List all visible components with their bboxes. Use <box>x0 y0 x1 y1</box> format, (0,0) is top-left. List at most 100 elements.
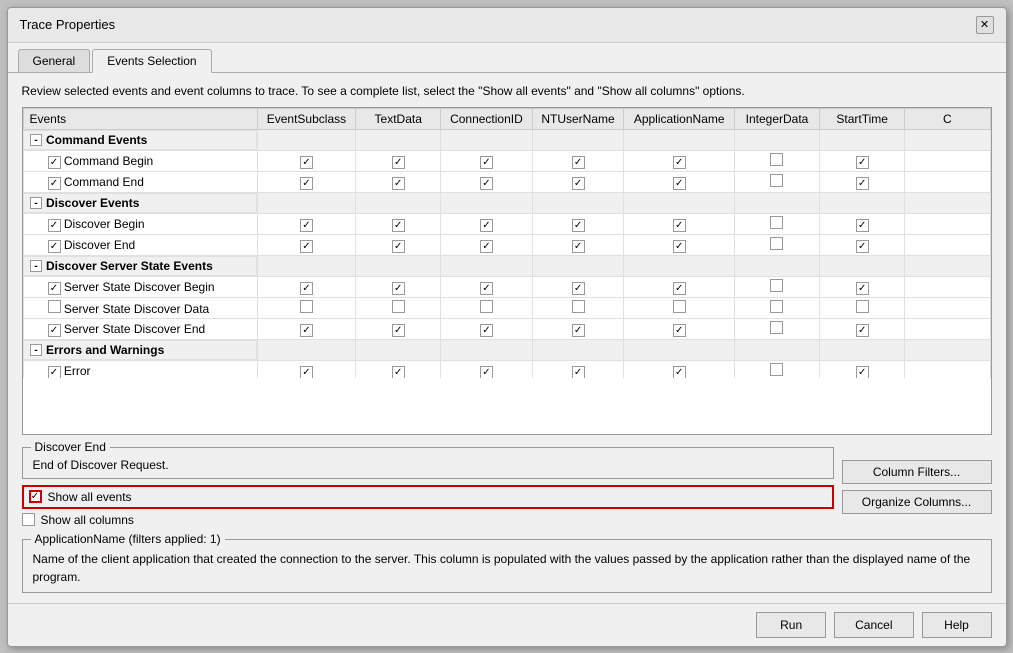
cell-checkbox[interactable] <box>300 240 313 253</box>
show-all-columns-label: Show all columns <box>41 513 134 527</box>
cell-checkbox[interactable] <box>856 240 869 253</box>
row-checkbox[interactable] <box>48 282 61 295</box>
cell-checkbox[interactable] <box>480 366 493 379</box>
cell-checkbox[interactable] <box>572 366 585 379</box>
cell-checkbox[interactable] <box>480 240 493 253</box>
row-checkbox[interactable] <box>48 219 61 232</box>
col-header-applicationname: ApplicationName <box>624 109 734 130</box>
cell-checkbox[interactable] <box>392 366 405 379</box>
row-checkbox[interactable] <box>48 240 61 253</box>
discover-end-box: Discover End End of Discover Request. <box>22 447 834 479</box>
cell-checkbox[interactable] <box>300 156 313 169</box>
cell-checkbox[interactable] <box>673 156 686 169</box>
expand-icon[interactable]: - <box>30 134 42 146</box>
cell-checkbox[interactable] <box>673 177 686 190</box>
show-all-columns-checkbox[interactable] <box>22 513 35 526</box>
row-checkbox[interactable] <box>48 324 61 337</box>
run-button[interactable]: Run <box>756 612 826 638</box>
cancel-button[interactable]: Cancel <box>834 612 913 638</box>
cell-checkbox[interactable] <box>770 363 783 376</box>
show-all-columns-row[interactable]: Show all columns <box>22 513 834 527</box>
tab-general[interactable]: General <box>18 49 91 72</box>
cell-checkbox[interactable] <box>392 219 405 232</box>
cell-checkbox[interactable] <box>572 177 585 190</box>
cell-checkbox[interactable] <box>770 300 783 313</box>
bottom-section: Discover End End of Discover Request. Sh… <box>22 447 992 527</box>
cell-checkbox[interactable] <box>856 177 869 190</box>
show-all-events-label: Show all events <box>48 490 132 504</box>
column-filters-button[interactable]: Column Filters... <box>842 460 992 484</box>
discover-end-description: End of Discover Request. <box>33 458 823 472</box>
col-header-starttime: StartTime <box>820 109 905 130</box>
cell-checkbox[interactable] <box>300 219 313 232</box>
cell-checkbox[interactable] <box>770 321 783 334</box>
show-options: Show all events Show all columns <box>22 485 834 527</box>
row-checkbox[interactable] <box>48 300 61 313</box>
cell-checkbox[interactable] <box>572 282 585 295</box>
cell-checkbox[interactable] <box>392 240 405 253</box>
cell-checkbox[interactable] <box>392 177 405 190</box>
cell-checkbox[interactable] <box>770 174 783 187</box>
cell-checkbox[interactable] <box>392 300 405 313</box>
events-table: Events EventSubclass TextData Connection… <box>23 108 991 378</box>
col-header-textdata: TextData <box>356 109 441 130</box>
expand-icon[interactable]: - <box>30 197 42 209</box>
cell-checkbox[interactable] <box>572 240 585 253</box>
tab-events-selection[interactable]: Events Selection <box>92 49 211 73</box>
show-all-events-checkbox[interactable] <box>29 490 42 503</box>
cell-checkbox[interactable] <box>572 324 585 337</box>
organize-columns-button[interactable]: Organize Columns... <box>842 490 992 514</box>
expand-icon[interactable]: - <box>30 344 42 356</box>
cell-checkbox[interactable] <box>673 240 686 253</box>
cell-checkbox[interactable] <box>673 282 686 295</box>
cell-checkbox[interactable] <box>770 237 783 250</box>
cell-checkbox[interactable] <box>770 279 783 292</box>
cell-checkbox[interactable] <box>572 219 585 232</box>
cell-checkbox[interactable] <box>856 282 869 295</box>
cell-checkbox[interactable] <box>300 324 313 337</box>
cell-checkbox[interactable] <box>856 156 869 169</box>
cell-checkbox[interactable] <box>856 219 869 232</box>
cell-checkbox[interactable] <box>392 324 405 337</box>
content-area: Review selected events and event columns… <box>8 73 1006 603</box>
help-button[interactable]: Help <box>922 612 992 638</box>
cell-checkbox[interactable] <box>673 219 686 232</box>
expand-icon[interactable]: - <box>30 260 42 272</box>
cell-checkbox[interactable] <box>300 300 313 313</box>
app-name-box: ApplicationName (filters applied: 1) Nam… <box>22 539 992 593</box>
cell-checkbox[interactable] <box>392 156 405 169</box>
table-wrapper[interactable]: Events EventSubclass TextData Connection… <box>23 108 991 378</box>
cell-checkbox[interactable] <box>300 366 313 379</box>
show-all-events-row[interactable]: Show all events <box>22 485 834 509</box>
cell-checkbox[interactable] <box>480 219 493 232</box>
cell-checkbox[interactable] <box>300 282 313 295</box>
row-checkbox[interactable] <box>48 156 61 169</box>
cell-checkbox[interactable] <box>856 366 869 379</box>
col-header-integerdata: IntegerData <box>734 109 819 130</box>
cell-checkbox[interactable] <box>572 300 585 313</box>
cell-checkbox[interactable] <box>480 282 493 295</box>
cell-checkbox[interactable] <box>673 324 686 337</box>
col-header-ntusername: NTUserName <box>532 109 624 130</box>
cell-checkbox[interactable] <box>770 153 783 166</box>
col-header-connectionid: ConnectionID <box>441 109 532 130</box>
cell-checkbox[interactable] <box>480 300 493 313</box>
cell-checkbox[interactable] <box>480 324 493 337</box>
app-name-legend: ApplicationName (filters applied: 1) <box>31 532 225 546</box>
cell-checkbox[interactable] <box>856 324 869 337</box>
cell-checkbox[interactable] <box>673 300 686 313</box>
cell-checkbox[interactable] <box>770 216 783 229</box>
cell-checkbox[interactable] <box>480 177 493 190</box>
table-group-row: -Discover Events <box>23 193 990 214</box>
cell-checkbox[interactable] <box>673 366 686 379</box>
close-button[interactable]: ✕ <box>976 16 994 34</box>
cell-checkbox[interactable] <box>856 300 869 313</box>
row-checkbox[interactable] <box>48 366 61 379</box>
cell-checkbox[interactable] <box>572 156 585 169</box>
row-checkbox[interactable] <box>48 177 61 190</box>
cell-checkbox[interactable] <box>392 282 405 295</box>
table-group-row: -Errors and Warnings <box>23 340 990 361</box>
cell-checkbox[interactable] <box>480 156 493 169</box>
cell-checkbox[interactable] <box>300 177 313 190</box>
footer: Run Cancel Help <box>8 603 1006 646</box>
